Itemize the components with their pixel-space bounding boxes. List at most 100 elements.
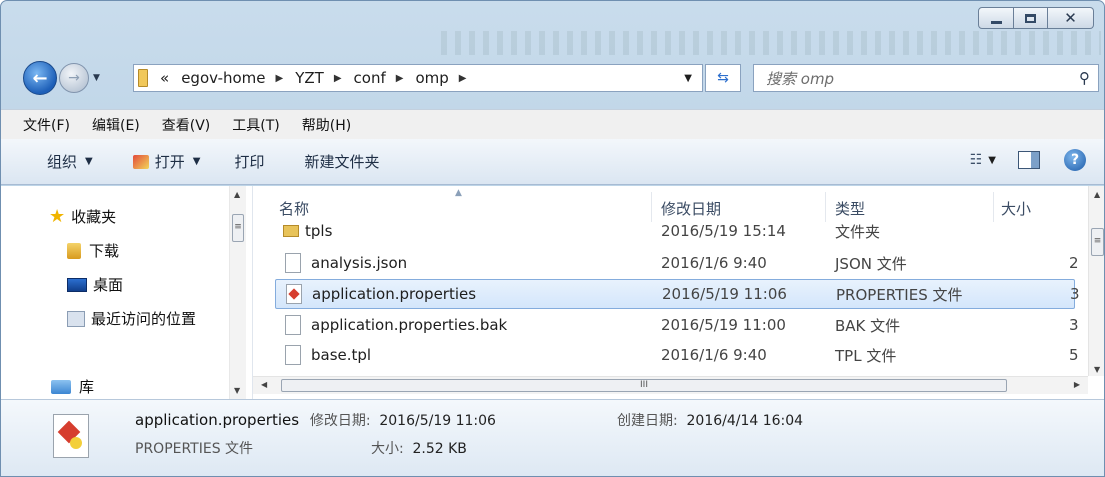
scroll-down-arrow-icon[interactable]: ▼ [1094, 365, 1100, 374]
sort-ascending-icon: ▲ [455, 188, 462, 198]
file-size: 3 [1070, 285, 1080, 303]
file-size: 5 [1069, 346, 1079, 364]
nav-item-recent[interactable]: 最近访问的位置 [67, 308, 196, 329]
scroll-down-arrow-icon[interactable]: ▼ [234, 386, 240, 395]
scroll-up-arrow-icon[interactable]: ▲ [1094, 190, 1100, 199]
scroll-thumb[interactable]: ≡ [232, 214, 244, 242]
menu-view[interactable]: 查看(V) [162, 115, 211, 135]
organize-button[interactable]: 组织 ▼ [47, 151, 93, 172]
breadcrumb-separator-icon[interactable]: ▶ [459, 73, 467, 84]
file-row[interactable]: tpls 2016/5/19 15:14 文件夹 [275, 220, 1075, 242]
breadcrumb-separator-icon[interactable]: ▶ [396, 73, 404, 84]
column-header-date[interactable]: 修改日期 [661, 198, 721, 219]
nav-item-label: 收藏夹 [71, 208, 117, 226]
nav-pane-scrollbar[interactable]: ▲ ≡ ▼ [229, 186, 246, 399]
open-button[interactable]: 打开 ▼ [132, 151, 201, 172]
file-type: TPL 文件 [835, 346, 897, 365]
view-dropdown-icon[interactable]: ▼ [988, 155, 996, 166]
details-size-value: 2.52 KB [412, 441, 467, 457]
details-row-1: application.properties 修改日期: 2016/5/19 1… [135, 410, 496, 430]
menu-edit[interactable]: 编辑(E) [92, 115, 140, 135]
address-dropdown-icon[interactable]: ▼ [684, 73, 692, 84]
back-arrow-icon: ← [32, 67, 48, 89]
column-divider[interactable] [993, 192, 994, 222]
file-row-selected[interactable]: application.properties 2016/5/19 11:06 P… [275, 279, 1080, 309]
breadcrumb-separator-icon[interactable]: ▶ [334, 73, 342, 84]
breadcrumb-egov-home[interactable]: egov-home [181, 69, 265, 87]
navigation-pane: ★ 收藏夹 下载 桌面 最近访问的位置 库 ▲ ≡ ▼ [1, 186, 253, 399]
details-size: 大小: 2.52 KB [371, 438, 467, 458]
star-icon: ★ [49, 206, 66, 227]
view-options-icon[interactable]: ☷ [970, 152, 983, 168]
breadcrumb-overflow[interactable]: « [160, 69, 169, 87]
forward-button[interactable]: → [59, 63, 89, 93]
chevron-down-icon: ▼ [192, 156, 201, 167]
minimize-button[interactable] [978, 7, 1014, 29]
scroll-thumb[interactable]: ≡ [1091, 228, 1104, 256]
nav-item-downloads[interactable]: 下载 [67, 240, 119, 261]
breadcrumb-omp[interactable]: omp [415, 69, 448, 87]
breadcrumb-separator-icon[interactable]: ▶ [276, 73, 284, 84]
recent-pages-dropdown-icon[interactable]: ▼ [93, 73, 100, 83]
details-modified-value: 2016/5/19 11:06 [379, 413, 496, 429]
nav-item-label: 最近访问的位置 [91, 310, 197, 328]
file-name: base.tpl [311, 346, 372, 364]
scroll-right-arrow-icon[interactable]: ▶ [1074, 380, 1080, 389]
help-icon[interactable]: ? [1064, 149, 1086, 171]
file-date: 2016/1/6 9:40 [661, 346, 767, 364]
details-created: 创建日期: 2016/4/14 16:04 [617, 410, 803, 430]
chevron-down-icon: ▼ [85, 156, 93, 167]
file-row[interactable]: application.properties.bak 2016/5/19 11:… [275, 311, 1079, 339]
file-type: JSON 文件 [835, 254, 907, 273]
open-with-icon [132, 154, 149, 169]
nav-item-desktop[interactable]: 桌面 [67, 274, 123, 295]
scroll-thumb[interactable]: III [281, 379, 1007, 392]
preview-pane-icon[interactable] [1018, 151, 1040, 169]
scroll-up-arrow-icon[interactable]: ▲ [234, 190, 240, 199]
address-bar[interactable]: « egov-home ▶ YZT ▶ conf ▶ omp ▶ ▼ [133, 64, 703, 92]
caption-buttons: ✕ [978, 7, 1094, 29]
details-file-name: application.properties [135, 411, 300, 429]
command-bar: 组织 ▼ 打开 ▼ 打印 新建文件夹 ☷ ▼ ? [1, 139, 1104, 185]
file-list-vertical-scrollbar[interactable]: ▲ ≡ ▼ [1088, 186, 1104, 376]
breadcrumb-yzt[interactable]: YZT [295, 69, 324, 87]
nav-item-label: 库 [79, 378, 95, 396]
breadcrumb-conf[interactable]: conf [354, 69, 386, 87]
new-folder-button[interactable]: 新建文件夹 [304, 151, 379, 172]
search-icon[interactable]: ⚲ [1079, 69, 1090, 87]
open-label: 打开 [154, 153, 185, 171]
forward-arrow-icon: → [68, 70, 80, 86]
document-icon [285, 315, 301, 335]
details-pane: application.properties 修改日期: 2016/5/19 1… [1, 399, 1104, 476]
refresh-button[interactable]: ⇆ [705, 64, 741, 92]
nav-item-libraries[interactable]: 库 [51, 376, 94, 397]
back-button[interactable]: ← [23, 61, 57, 95]
menu-help[interactable]: 帮助(H) [302, 115, 351, 135]
menu-tools[interactable]: 工具(T) [232, 115, 279, 135]
file-date: 2016/5/19 11:00 [661, 316, 786, 334]
column-divider[interactable] [825, 192, 826, 222]
file-size: 2 [1069, 254, 1079, 272]
details-created-value: 2016/4/14 16:04 [686, 413, 804, 429]
column-divider[interactable] [651, 192, 652, 222]
print-button[interactable]: 打印 [234, 151, 264, 172]
file-list: 名称 ▲ 修改日期 类型 大小 tpls 2016/5/19 15:14 文件夹… [253, 186, 1104, 399]
scroll-left-arrow-icon[interactable]: ◀ [261, 380, 267, 389]
close-button[interactable]: ✕ [1048, 7, 1094, 29]
column-header-name[interactable]: 名称 [279, 198, 309, 219]
column-header-type[interactable]: 类型 [835, 198, 865, 219]
minimize-icon [990, 20, 1002, 24]
menu-file[interactable]: 文件(F) [23, 115, 70, 135]
title-bar-glass [441, 31, 1101, 55]
menu-bar: 文件(F) 编辑(E) 查看(V) 工具(T) 帮助(H) [1, 109, 1104, 139]
search-input[interactable]: 搜索 omp ⚲ [753, 64, 1099, 92]
downloads-folder-icon [67, 242, 81, 259]
column-header-size[interactable]: 大小 [1001, 198, 1031, 219]
nav-item-favorites[interactable]: ★ 收藏夹 [49, 206, 116, 227]
maximize-button[interactable] [1014, 7, 1048, 29]
file-list-horizontal-scrollbar[interactable]: ◀ III ▶ [253, 376, 1088, 394]
file-row[interactable]: base.tpl 2016/1/6 9:40 TPL 文件 5 [275, 341, 1079, 369]
file-row[interactable]: analysis.json 2016/1/6 9:40 JSON 文件 2 [275, 249, 1079, 277]
details-size-label: 大小: [371, 441, 404, 457]
new-folder-label: 新建文件夹 [304, 153, 380, 171]
